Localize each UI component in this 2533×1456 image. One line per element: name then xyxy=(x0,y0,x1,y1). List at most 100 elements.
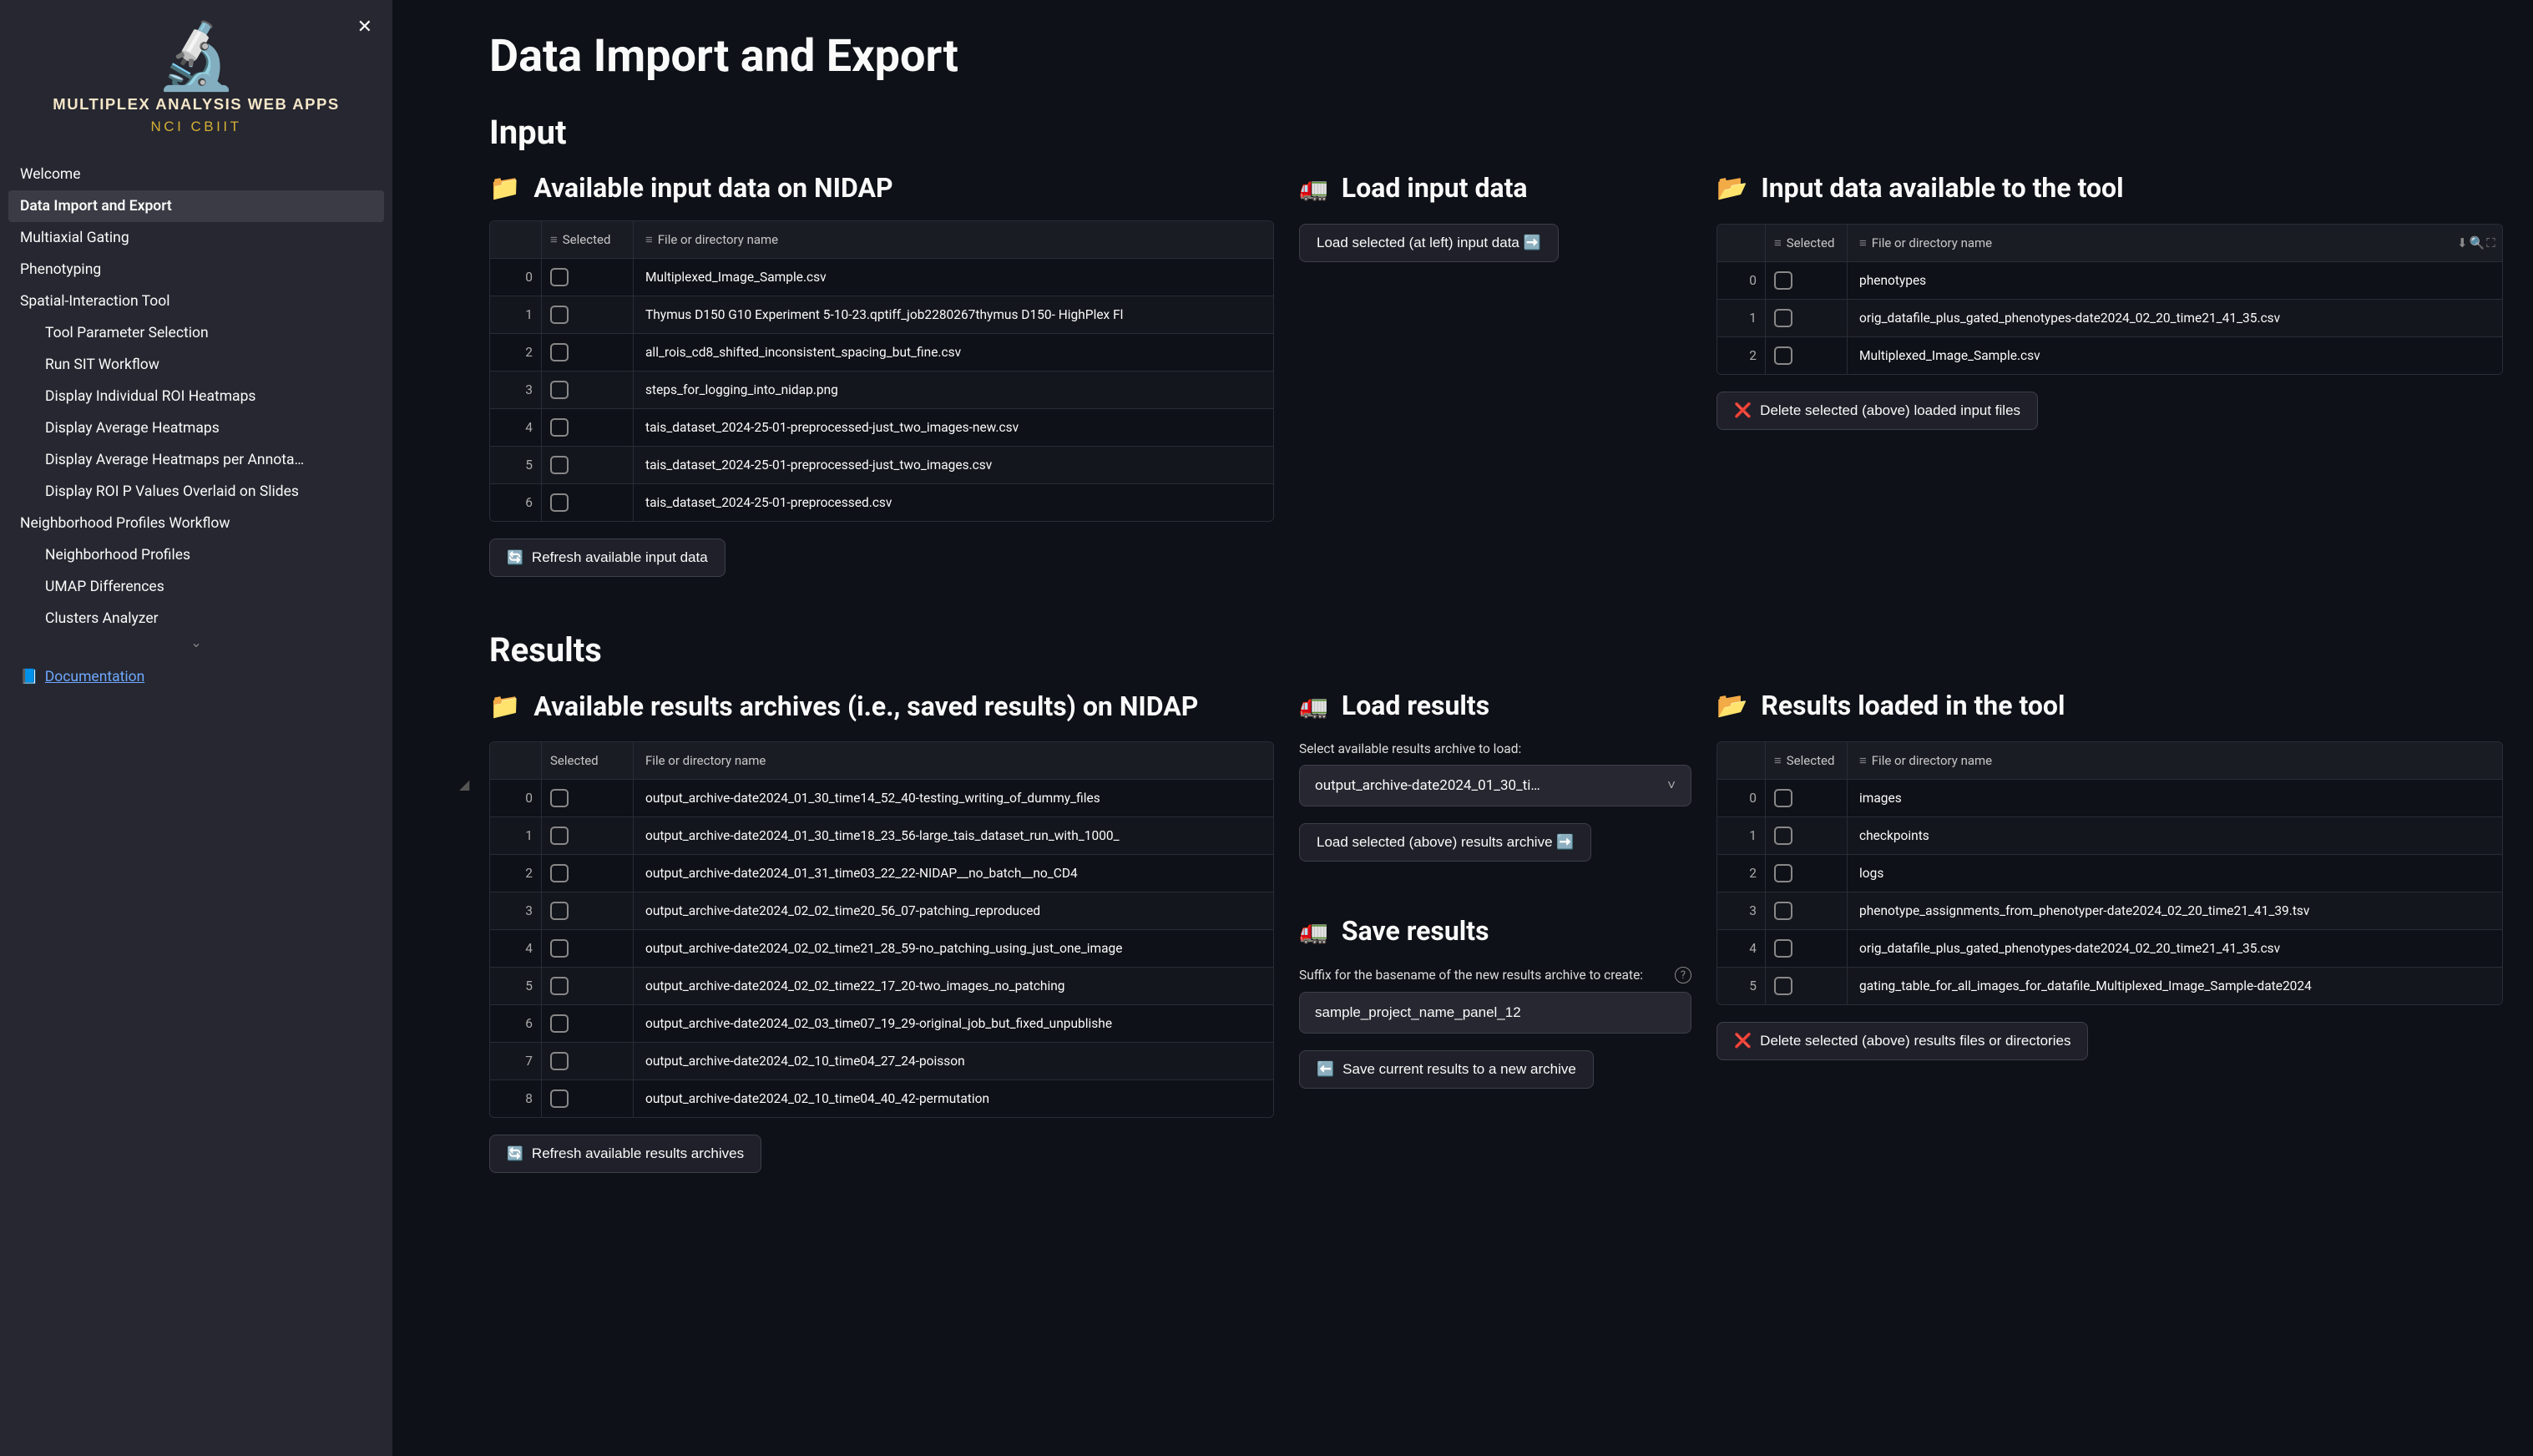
table-row[interactable]: 8output_archive-date2024_02_10_time04_40… xyxy=(490,1079,1273,1117)
row-checkbox-cell[interactable] xyxy=(542,780,634,816)
checkbox[interactable] xyxy=(550,306,569,324)
table-row[interactable]: 4tais_dataset_2024-25-01-preprocessed-ju… xyxy=(490,408,1273,446)
table-row[interactable]: 1Thymus D150 G10 Experiment 5-10-23.qpti… xyxy=(490,296,1273,333)
table-row[interactable]: 0phenotypes xyxy=(1717,261,2502,299)
row-checkbox-cell[interactable] xyxy=(542,892,634,929)
help-icon[interactable]: ? xyxy=(1675,967,1691,983)
row-checkbox-cell[interactable] xyxy=(1766,892,1848,929)
table-row[interactable]: 6output_archive-date2024_02_03_time07_19… xyxy=(490,1004,1273,1042)
file-header[interactable]: ≡File or directory name xyxy=(1848,742,2502,779)
expand-icon[interactable]: ⛶ xyxy=(2486,235,2495,250)
table-row[interactable]: 1output_archive-date2024_01_30_time18_23… xyxy=(490,816,1273,854)
row-checkbox-cell[interactable] xyxy=(542,855,634,892)
sidebar-item[interactable]: Display ROI P Values Overlaid on Slides xyxy=(8,476,384,508)
checkbox[interactable] xyxy=(550,827,569,845)
table-row[interactable]: 2output_archive-date2024_01_31_time03_22… xyxy=(490,854,1273,892)
load-results-archive-button[interactable]: Load selected (above) results archive ➡️ xyxy=(1299,823,1591,862)
table-row[interactable]: 1checkpoints xyxy=(1717,816,2502,854)
row-checkbox-cell[interactable] xyxy=(542,1080,634,1117)
collapse-arrow-icon[interactable]: ◢ xyxy=(459,776,469,792)
checkbox[interactable] xyxy=(550,1089,569,1108)
table-row[interactable]: 3output_archive-date2024_02_02_time20_56… xyxy=(490,892,1273,929)
suffix-input[interactable] xyxy=(1299,992,1691,1034)
checkbox[interactable] xyxy=(550,456,569,474)
checkbox[interactable] xyxy=(1774,309,1792,327)
row-checkbox-cell[interactable] xyxy=(1766,930,1848,967)
table-row[interactable]: 5output_archive-date2024_02_02_time22_17… xyxy=(490,967,1273,1004)
table-row[interactable]: 0output_archive-date2024_01_30_time14_52… xyxy=(490,779,1273,816)
row-checkbox-cell[interactable] xyxy=(542,817,634,854)
table-row[interactable]: 5tais_dataset_2024-25-01-preprocessed-ju… xyxy=(490,446,1273,483)
row-checkbox-cell[interactable] xyxy=(1766,968,1848,1004)
nav-expand-caret[interactable]: ⌄ xyxy=(8,634,384,650)
checkbox[interactable] xyxy=(550,939,569,958)
row-checkbox-cell[interactable] xyxy=(542,447,634,483)
sidebar-item[interactable]: Phenotyping xyxy=(8,254,384,286)
row-checkbox-cell[interactable] xyxy=(542,334,634,371)
close-icon[interactable]: ✕ xyxy=(357,18,372,37)
sidebar-item[interactable]: Neighborhood Profiles xyxy=(8,539,384,571)
documentation-link[interactable]: 📘Documentation xyxy=(8,660,384,694)
row-checkbox-cell[interactable] xyxy=(542,1043,634,1079)
row-checkbox-cell[interactable] xyxy=(1766,262,1848,299)
sidebar-item[interactable]: Multiaxial Gating xyxy=(8,222,384,254)
row-checkbox-cell[interactable] xyxy=(1766,300,1848,336)
checkbox[interactable] xyxy=(1774,346,1792,365)
table-row[interactable]: 6tais_dataset_2024-25-01-preprocessed.cs… xyxy=(490,483,1273,521)
load-selected-input-button[interactable]: Load selected (at left) input data ➡️ xyxy=(1299,224,1559,262)
sidebar-item[interactable]: Display Average Heatmaps per Annota… xyxy=(8,444,384,476)
sidebar-item[interactable]: Neighborhood Profiles Workflow xyxy=(8,508,384,539)
sidebar-item[interactable]: Spatial-Interaction Tool xyxy=(8,286,384,317)
checkbox[interactable] xyxy=(550,493,569,512)
checkbox[interactable] xyxy=(550,268,569,286)
row-checkbox-cell[interactable] xyxy=(542,484,634,521)
download-icon[interactable]: ⬇ xyxy=(2457,235,2468,250)
table-row[interactable]: 2all_rois_cd8_shifted_inconsistent_spaci… xyxy=(490,333,1273,371)
file-header[interactable]: File or directory name xyxy=(634,742,1273,779)
row-checkbox-cell[interactable] xyxy=(1766,780,1848,816)
checkbox[interactable] xyxy=(550,1052,569,1070)
row-checkbox-cell[interactable] xyxy=(1766,855,1848,892)
refresh-input-button[interactable]: 🔄 Refresh available input data xyxy=(489,538,726,577)
checkbox[interactable] xyxy=(550,418,569,437)
sidebar-item[interactable]: Display Individual ROI Heatmaps xyxy=(8,381,384,412)
row-checkbox-cell[interactable] xyxy=(542,372,634,408)
sidebar-item[interactable]: Data Import and Export xyxy=(8,190,384,222)
row-checkbox-cell[interactable] xyxy=(542,968,634,1004)
refresh-results-button[interactable]: 🔄 Refresh available results archives xyxy=(489,1135,761,1173)
table-row[interactable]: 3steps_for_logging_into_nidap.png xyxy=(490,371,1273,408)
delete-results-files-button[interactable]: ❌ Delete selected (above) results files … xyxy=(1716,1022,2088,1060)
checkbox[interactable] xyxy=(1774,864,1792,882)
checkbox[interactable] xyxy=(550,977,569,995)
sidebar-item[interactable]: Clusters Analyzer xyxy=(8,603,384,634)
table-row[interactable]: 4output_archive-date2024_02_02_time21_28… xyxy=(490,929,1273,967)
documentation-link-text[interactable]: Documentation xyxy=(45,669,144,685)
table-action-icons[interactable]: ⬇🔍⛶ xyxy=(2452,225,2502,261)
checkbox[interactable] xyxy=(1774,939,1792,958)
row-checkbox-cell[interactable] xyxy=(542,296,634,333)
row-checkbox-cell[interactable] xyxy=(1766,817,1848,854)
table-row[interactable]: 4orig_datafile_plus_gated_phenotypes-dat… xyxy=(1717,929,2502,967)
row-checkbox-cell[interactable] xyxy=(542,1005,634,1042)
checkbox[interactable] xyxy=(550,1014,569,1033)
table-row[interactable]: 0images xyxy=(1717,779,2502,816)
delete-input-files-button[interactable]: ❌ Delete selected (above) loaded input f… xyxy=(1716,392,2038,430)
sidebar-item[interactable]: Welcome xyxy=(8,159,384,190)
row-checkbox-cell[interactable] xyxy=(542,259,634,296)
sidebar-item[interactable]: Tool Parameter Selection xyxy=(8,317,384,349)
checkbox[interactable] xyxy=(1774,271,1792,290)
table-row[interactable]: 1orig_datafile_plus_gated_phenotypes-dat… xyxy=(1717,299,2502,336)
table-row[interactable]: 2Multiplexed_Image_Sample.csv xyxy=(1717,336,2502,374)
selected-header[interactable]: Selected xyxy=(542,742,634,779)
checkbox[interactable] xyxy=(1774,827,1792,845)
table-row[interactable]: 2logs xyxy=(1717,854,2502,892)
row-checkbox-cell[interactable] xyxy=(542,409,634,446)
file-header[interactable]: ≡File or directory name xyxy=(1848,225,2452,261)
checkbox[interactable] xyxy=(550,789,569,807)
sidebar-item[interactable]: Run SIT Workflow xyxy=(8,349,384,381)
row-checkbox-cell[interactable] xyxy=(542,930,634,967)
checkbox[interactable] xyxy=(550,343,569,361)
results-archive-select[interactable]: output_archive-date2024_01_30_ti… ˅ xyxy=(1299,765,1691,806)
row-checkbox-cell[interactable] xyxy=(1766,337,1848,374)
selected-header[interactable]: ≡Selected xyxy=(1766,225,1848,261)
